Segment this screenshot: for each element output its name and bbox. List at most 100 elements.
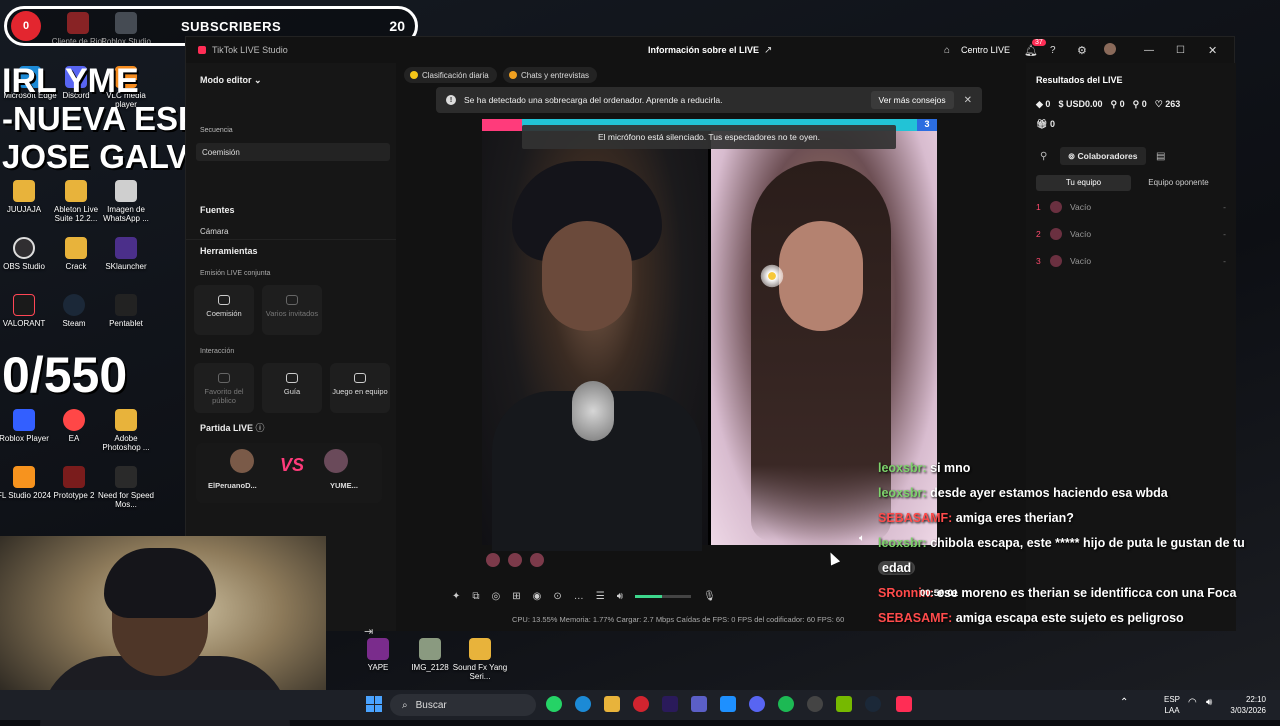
- security-icon[interactable]: [720, 696, 736, 712]
- team-icon: [354, 373, 366, 383]
- tiktok-live-studio-icon[interactable]: [896, 696, 912, 712]
- score-right: 3: [917, 119, 937, 131]
- mic-muted-icon[interactable]: 🎙︎: [703, 591, 716, 602]
- volume-slider[interactable]: [635, 594, 692, 598]
- ver-mas-consejos-button[interactable]: Ver más consejos: [870, 91, 954, 109]
- image-icon: [367, 638, 389, 660]
- desktop-icon-pentablet[interactable]: Pentablet: [96, 294, 156, 328]
- emision-conjunta-label: Emisión LIVE conjunta: [200, 270, 271, 277]
- nvidia-icon[interactable]: [836, 696, 852, 712]
- pill-clasificacion[interactable]: Clasificación diaria: [404, 67, 497, 83]
- record-icon[interactable]: ◉: [533, 591, 542, 602]
- guest-hair: [751, 161, 891, 541]
- after-effects-icon[interactable]: [662, 696, 678, 712]
- slot-3[interactable]: 3 Vacío -: [1036, 253, 1226, 269]
- desktop-icon-sklauncher[interactable]: SKlauncher: [96, 237, 156, 271]
- desktop-icon-yape[interactable]: YAPE: [348, 638, 408, 672]
- tool-varios-invitados[interactable]: Varios invitados: [262, 285, 322, 335]
- tab-equipo-oponente[interactable]: Equipo oponente: [1131, 175, 1226, 191]
- taskbar-search[interactable]: ⌕ Buscar: [390, 694, 536, 716]
- file-explorer-icon[interactable]: [604, 696, 620, 712]
- window-title: TikTok LIVE Studio: [212, 45, 288, 55]
- scene-coemision[interactable]: Coemisión: [196, 143, 390, 161]
- speaker-tray-icon[interactable]: 🔊︎: [1206, 697, 1212, 708]
- gear-icon[interactable]: ⚙: [1077, 44, 1087, 57]
- sidebar-exit-icon[interactable]: ⇥: [364, 625, 373, 638]
- source-camara[interactable]: Cámara: [200, 227, 228, 236]
- tool-juego-equipo[interactable]: Juego en equipo: [330, 363, 390, 413]
- desktop-icon-steam[interactable]: Steam: [44, 294, 104, 328]
- opera-icon[interactable]: [633, 696, 649, 712]
- settings-person-icon[interactable]: ⚲: [1040, 151, 1047, 162]
- tool-guia[interactable]: Guía: [262, 363, 322, 413]
- slot-2[interactable]: 2 Vacío -: [1036, 226, 1226, 242]
- help-icon[interactable]: ⓘ: [256, 423, 265, 433]
- chat-message: leoxsbr: desde ayer estamos haciendo esa…: [878, 486, 1168, 500]
- tool-favorito-publico[interactable]: Favorito del público: [194, 363, 254, 413]
- desktop-icon-photoshop[interactable]: Adobe Photoshop ...: [96, 409, 156, 452]
- image-icon: [115, 180, 137, 202]
- gift-chip-2[interactable]: [508, 553, 522, 567]
- teams-icon[interactable]: [691, 696, 707, 712]
- windows-start-icon[interactable]: [366, 696, 382, 712]
- add-source-icon[interactable]: ⊞: [512, 591, 520, 602]
- followers-stat: ⚲ 0: [1110, 99, 1125, 109]
- player-right-avatar: [324, 449, 348, 473]
- host-camera: [482, 131, 708, 551]
- nfs-icon: [115, 466, 137, 488]
- ea-icon: [63, 409, 85, 431]
- avatar: [1050, 228, 1062, 240]
- home-icon[interactable]: ⌂: [944, 45, 950, 56]
- roblox-icon: [13, 409, 35, 431]
- chat-message: SEBASAMF: amiga escapa este sujeto es pe…: [878, 611, 1184, 625]
- whatsapp-icon[interactable]: [546, 696, 562, 712]
- speaker-icon[interactable]: 🔈︎: [859, 533, 865, 544]
- minimize-button[interactable]: —: [1144, 45, 1154, 56]
- more-icon[interactable]: …: [574, 591, 584, 602]
- desktop-icon-nfs[interactable]: Need for Speed Mos...: [96, 466, 156, 509]
- desktop-icon-prototype[interactable]: Prototype 2: [44, 466, 104, 500]
- close-icon[interactable]: ✕: [964, 95, 972, 106]
- avatar[interactable]: [1104, 43, 1116, 55]
- spotify-icon[interactable]: [778, 696, 794, 712]
- edge-icon[interactable]: [575, 696, 591, 712]
- gift-chip-3[interactable]: [530, 553, 544, 567]
- tool-coemision[interactable]: Coemisión: [194, 285, 254, 335]
- fuentes-label: Fuentes: [200, 205, 235, 215]
- colaboradores-tab[interactable]: ⊚ Colaboradores: [1060, 147, 1146, 165]
- list-icon[interactable]: ▤: [1156, 151, 1165, 162]
- sliders-icon[interactable]: ☰: [596, 591, 605, 602]
- help-icon[interactable]: ?: [1050, 45, 1056, 56]
- player-left-avatar: [230, 449, 254, 473]
- gift-chip-1[interactable]: [486, 553, 500, 567]
- steam-icon[interactable]: [865, 696, 881, 712]
- desktop-icon-whatsapp-img[interactable]: Imagen de WhatsApp ...: [96, 180, 156, 223]
- effects-icon[interactable]: ◎: [492, 591, 501, 602]
- taskbar-clock[interactable]: 22:10 3/03/2026: [1230, 694, 1266, 716]
- maximize-button[interactable]: ☐: [1176, 45, 1185, 56]
- pill-chats[interactable]: Chats y entrevistas: [503, 67, 598, 83]
- mode-editor-dropdown[interactable]: Modo editor ⌄: [200, 75, 262, 86]
- tray-lang[interactable]: ESP LAA: [1164, 694, 1180, 716]
- desktop-icon-soundfx[interactable]: Sound Fx Yang Seri...: [450, 638, 510, 681]
- sklauncher-icon: [115, 237, 137, 259]
- match-card: ElPeruanoD... VS YUME...: [196, 443, 382, 503]
- close-window-button[interactable]: ✕: [1208, 44, 1217, 57]
- magic-wand-icon[interactable]: ✦: [452, 591, 460, 602]
- desktop-icon-ea[interactable]: EA: [44, 409, 104, 443]
- centro-live-link[interactable]: Centro LIVE: [961, 45, 1010, 55]
- tray-chevron-icon[interactable]: ⌃: [1120, 697, 1128, 708]
- subscribers-label: SUBSCRIBERS: [181, 18, 282, 34]
- tab-tu-equipo[interactable]: Tu equipo: [1036, 175, 1131, 191]
- discord-icon[interactable]: [749, 696, 765, 712]
- tiktok-logo-icon: [198, 46, 206, 54]
- mic-muted-banner: El micrófono está silenciado. Tus espect…: [522, 125, 896, 149]
- share-icon[interactable]: ↗: [764, 45, 772, 56]
- slot-1[interactable]: 1 Vacío -: [1036, 199, 1226, 215]
- layers-icon[interactable]: ⧉: [472, 591, 479, 602]
- wifi-icon[interactable]: ◠: [1188, 697, 1197, 708]
- camera-switch-icon[interactable]: ⊙: [553, 591, 561, 602]
- volume-icon[interactable]: 🔊︎: [617, 591, 623, 602]
- chatgpt-icon[interactable]: [807, 696, 823, 712]
- score-left: [482, 119, 522, 131]
